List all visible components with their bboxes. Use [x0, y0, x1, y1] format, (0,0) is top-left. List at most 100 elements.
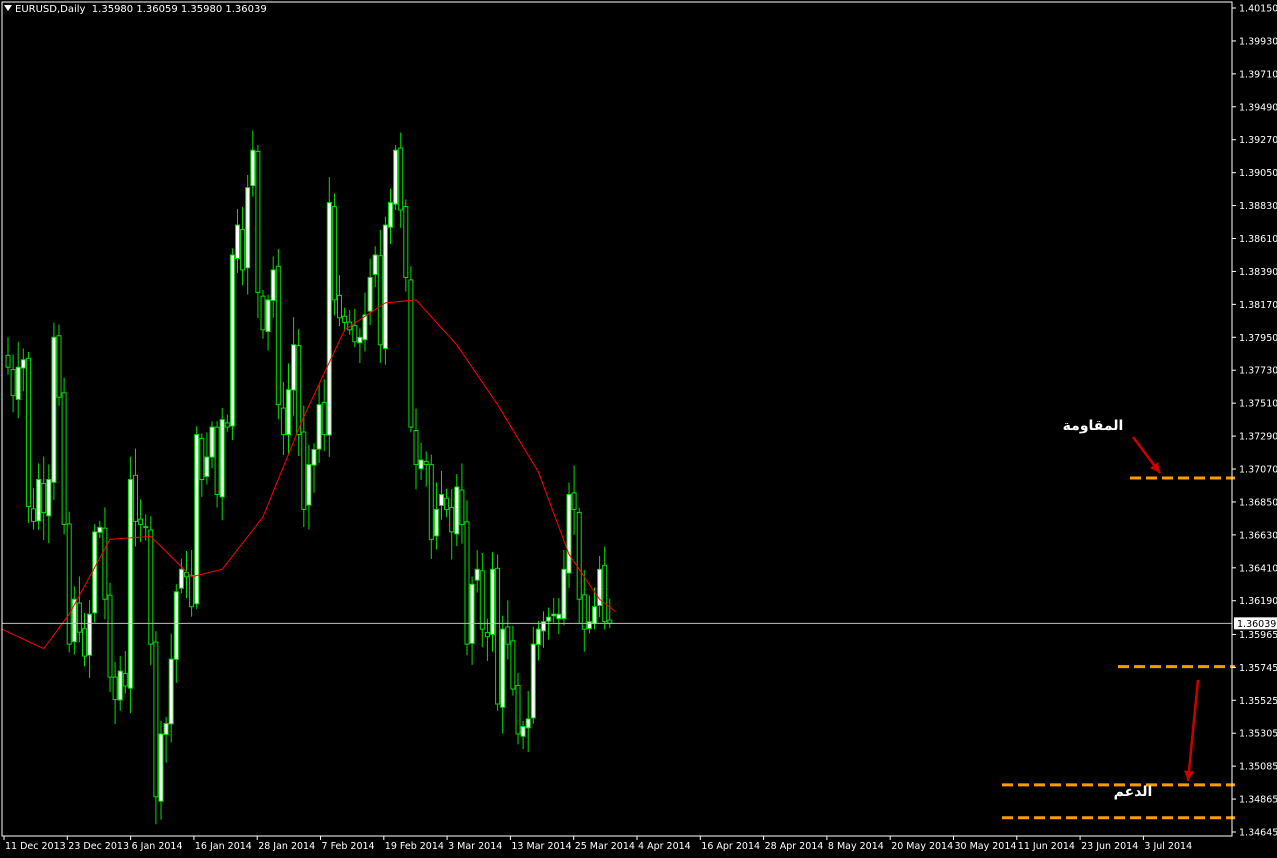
- candle-body: [280, 407, 286, 436]
- candle-body: [133, 474, 138, 522]
- x-tick-label: 20 May 2014: [891, 841, 953, 852]
- candle-body: [168, 658, 174, 725]
- x-tick-label: 19 Feb 2014: [385, 841, 444, 852]
- candle-body: [479, 570, 485, 630]
- candle-body: [41, 483, 47, 513]
- candle-body: [178, 568, 184, 589]
- candle-body: [61, 392, 67, 525]
- y-tick-label: 1.37730: [1239, 366, 1277, 377]
- y-tick-label: 1.36410: [1239, 563, 1277, 574]
- candle-body: [372, 254, 378, 275]
- y-tick-label: 1.35305: [1239, 729, 1277, 740]
- candle-body: [15, 366, 21, 400]
- x-tick-label: 11 Dec 2013: [5, 841, 66, 852]
- y-tick-label: 1.39710: [1239, 69, 1277, 80]
- candle-body: [469, 583, 475, 644]
- candle-body: [561, 568, 567, 620]
- candle-body: [474, 568, 480, 581]
- candle-body: [56, 335, 62, 398]
- candle-body: [97, 526, 103, 533]
- candle-body: [306, 464, 312, 506]
- y-tick-label: 1.40150: [1239, 4, 1277, 15]
- candle-body: [112, 676, 118, 701]
- candle-body: [337, 294, 342, 319]
- candle-body: [245, 187, 251, 269]
- candle-body: [92, 531, 98, 614]
- candle-body: [291, 344, 297, 391]
- x-tick-label: 30 May 2014: [955, 841, 1017, 852]
- candle-body: [357, 336, 363, 344]
- x-tick-label: 23 Jun 2014: [1081, 841, 1138, 852]
- price-chart[interactable]: 1.40150 1.39930 1.39710 1.39490 1.39270 1.390…: [0, 0, 1277, 854]
- y-tick-label: 1.36190: [1239, 596, 1277, 607]
- candle-body: [296, 345, 302, 436]
- candle-body: [556, 613, 562, 620]
- candle-body: [189, 574, 195, 608]
- candle-body: [408, 279, 414, 428]
- y-tick-label: 1.35525: [1239, 696, 1277, 707]
- candle-body: [199, 437, 205, 480]
- x-tick-label: 6 Jan 2014: [132, 841, 183, 852]
- x-tick-label: 7 Feb 2014: [322, 841, 375, 852]
- candle-body: [398, 147, 404, 211]
- candle-body: [224, 422, 230, 428]
- candle-body: [235, 224, 240, 259]
- y-tick-label: 1.35965: [1239, 630, 1277, 641]
- candle-body: [449, 506, 455, 533]
- candle-body: [418, 459, 424, 470]
- candle-body: [413, 429, 419, 466]
- candle-body: [423, 460, 429, 466]
- candle-body: [342, 315, 348, 323]
- candle-body: [102, 527, 108, 600]
- candle-body: [122, 672, 128, 687]
- candle-body: [382, 224, 388, 350]
- candle-body: [602, 564, 608, 623]
- candle-body: [331, 206, 337, 301]
- candle-body: [275, 265, 281, 406]
- chart-window[interactable]: EURUSD,Daily 1.35980 1.36059 1.35980 1.3…: [0, 0, 1277, 854]
- candle-body: [5, 354, 11, 368]
- candle-body: [367, 276, 373, 312]
- x-tick-label: 11 Jun 2014: [1018, 841, 1075, 852]
- support-label: الدعم: [1114, 784, 1153, 800]
- candle-body: [464, 521, 470, 645]
- candle-body: [326, 202, 332, 436]
- candle-body: [36, 478, 42, 522]
- candle-body: [377, 255, 383, 346]
- x-tick-label: 23 Dec 2013: [68, 841, 129, 852]
- candle-body: [515, 685, 521, 735]
- candle-body: [163, 722, 169, 735]
- candle-body: [229, 254, 235, 427]
- candle-body: [592, 606, 597, 624]
- candle-body: [76, 602, 82, 633]
- y-tick-label: 1.38390: [1239, 267, 1277, 278]
- current-price-box-label: 1.36039: [1237, 619, 1276, 630]
- candle-body: [535, 628, 541, 645]
- candle-body: [505, 626, 511, 645]
- y-tick-label: 1.38170: [1239, 300, 1277, 311]
- candle-body: [546, 616, 552, 622]
- candle-body: [173, 591, 179, 660]
- candle-body: [388, 202, 393, 228]
- dropdown-triangle-icon[interactable]: [4, 5, 12, 11]
- candle-body: [444, 497, 450, 510]
- candle-body: [607, 619, 613, 624]
- y-tick-label: 1.39050: [1239, 168, 1277, 179]
- candle-body: [454, 486, 460, 535]
- candle-body: [439, 493, 444, 506]
- candle-body: [66, 523, 72, 645]
- candle-body: [87, 613, 93, 656]
- y-tick-label: 1.34865: [1239, 795, 1277, 806]
- candle-body: [10, 369, 16, 397]
- y-tick-label: 1.37510: [1239, 399, 1277, 410]
- y-tick-label: 1.39930: [1239, 36, 1277, 47]
- x-tick-label: 3 Mar 2014: [448, 841, 502, 852]
- y-tick-label: 1.37950: [1239, 333, 1277, 344]
- candle-body: [551, 613, 557, 617]
- candle-body: [586, 621, 592, 630]
- candle-body: [107, 594, 113, 678]
- candle-body: [240, 228, 246, 271]
- candle-body: [250, 149, 256, 187]
- x-tick-label: 25 Mar 2014: [575, 841, 635, 852]
- candle-body: [286, 389, 291, 436]
